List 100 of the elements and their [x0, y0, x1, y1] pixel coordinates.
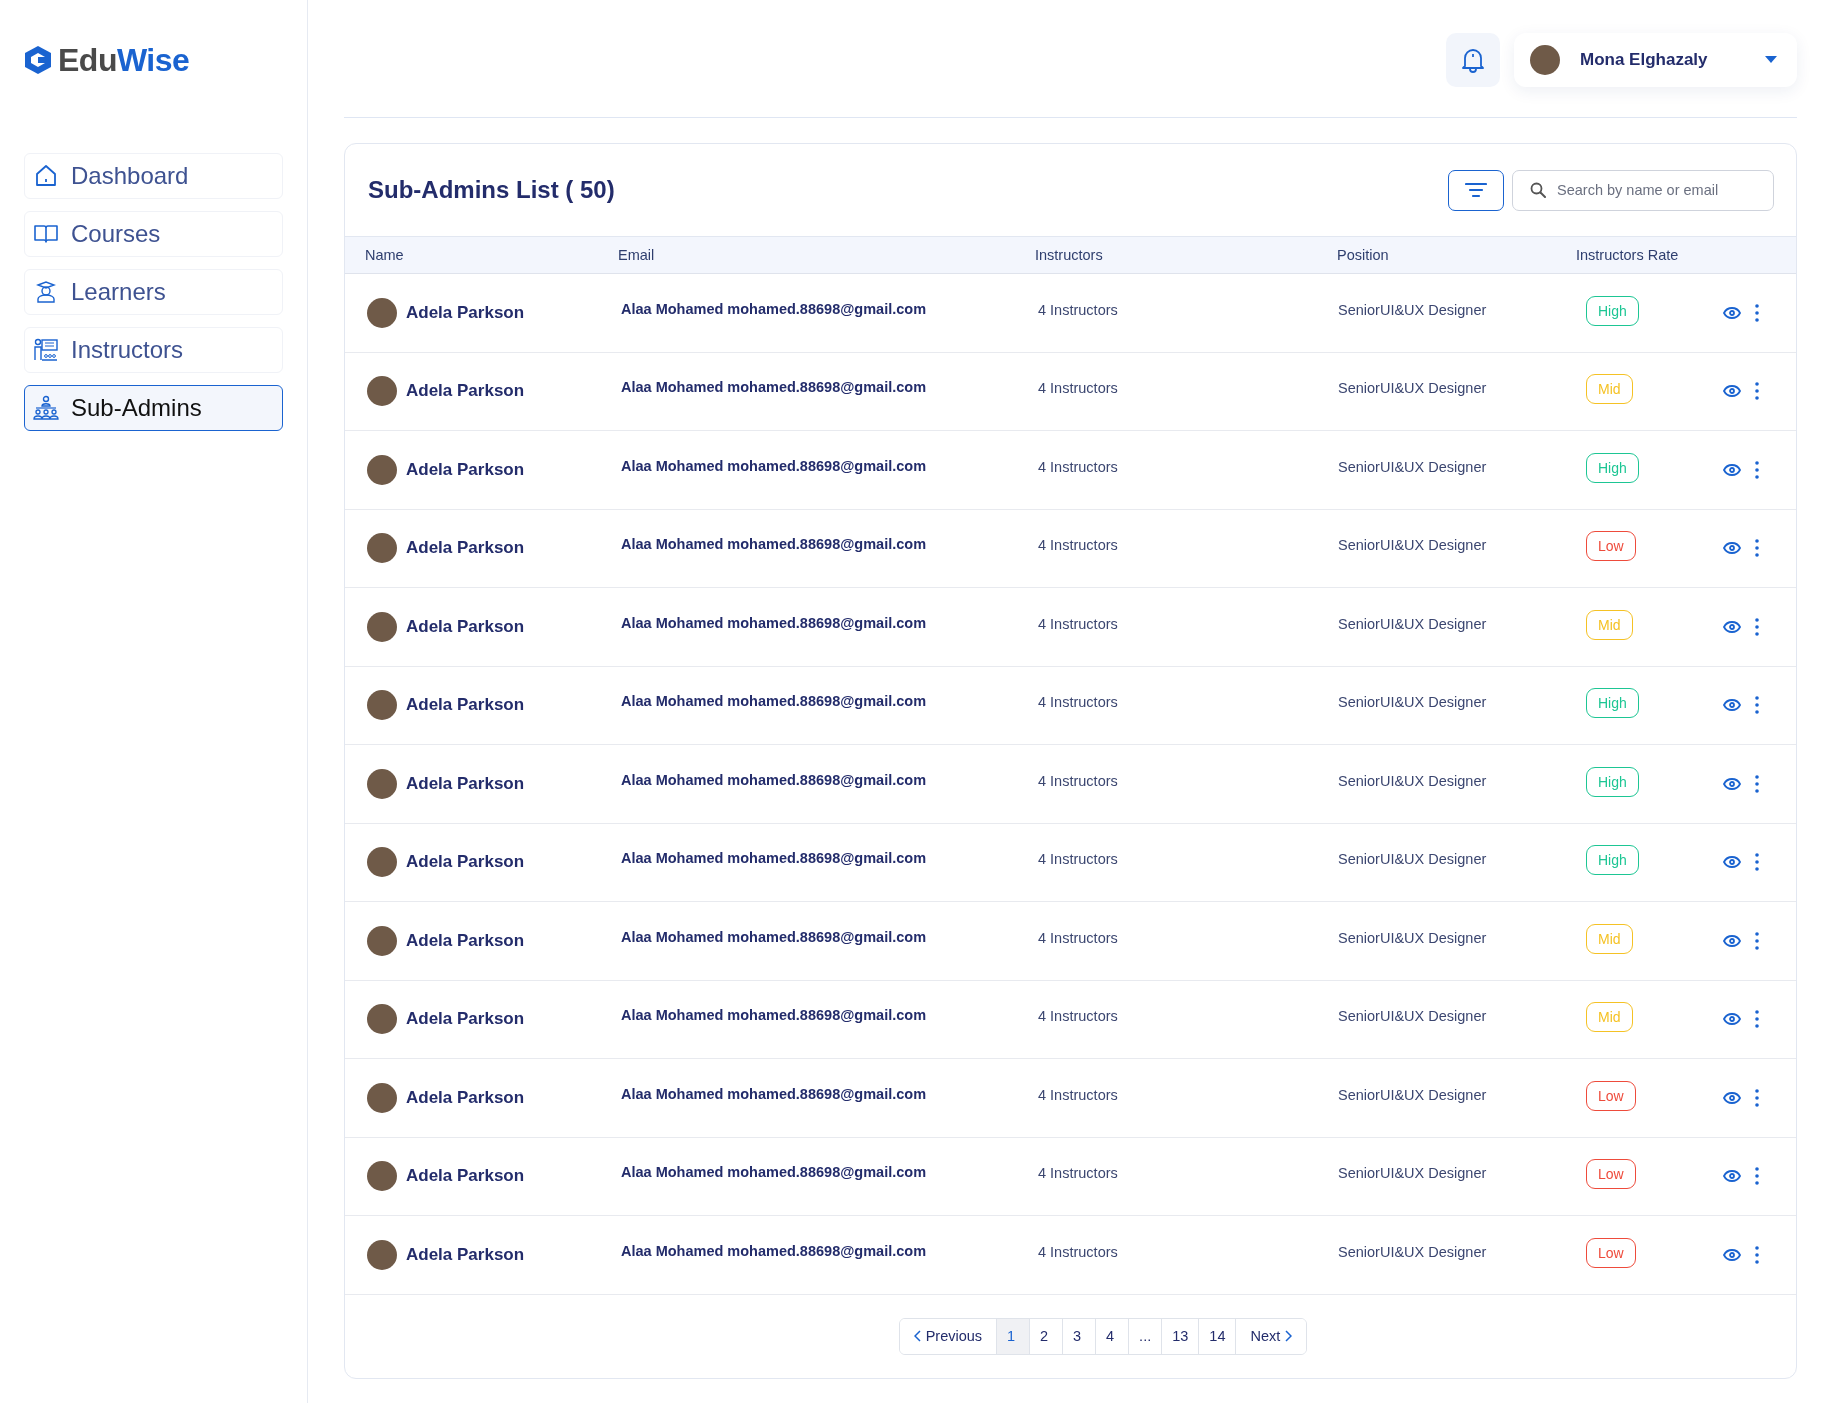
vertical-dots-icon — [1755, 303, 1759, 322]
vertical-dots-icon — [1755, 1245, 1759, 1264]
eye-icon — [1723, 1248, 1741, 1261]
eye-icon — [1723, 1170, 1741, 1183]
chevron-right-icon — [1285, 1330, 1293, 1343]
vertical-dots-icon — [1755, 1010, 1759, 1029]
view-button[interactable] — [1721, 1168, 1743, 1185]
position-cell-text: SeniorUI&UX Designer — [1337, 458, 1488, 475]
position-cell-text: SeniorUI&UX Designer — [1337, 851, 1488, 868]
view-button[interactable] — [1721, 304, 1743, 321]
user-menu[interactable]: Mona Elghazaly — [1514, 32, 1797, 87]
filter-button[interactable] — [1448, 169, 1504, 211]
avatar — [367, 376, 397, 407]
view-button[interactable] — [1721, 854, 1743, 871]
rate-badge: Mid — [1586, 923, 1633, 954]
position-cell-text: SeniorUI&UX Designer — [1337, 929, 1488, 946]
view-button[interactable] — [1721, 618, 1743, 635]
avatar — [367, 925, 397, 956]
sidebar-item[interactable]: Courses — [24, 211, 283, 257]
more-button[interactable] — [1753, 929, 1761, 952]
column-header: Instructors Rate — [1575, 247, 1680, 263]
position-cell-text: SeniorUI&UX Designer — [1337, 1165, 1488, 1182]
position-cell-text: SeniorUI&UX Designer — [1337, 1243, 1488, 1260]
email-cell-text: Alaa Mohamed mohamed.88698@gmail.com — [620, 1007, 928, 1024]
vertical-dots-icon — [1755, 1167, 1759, 1186]
rate-badge: Mid — [1586, 1002, 1633, 1033]
instructors-cell-text: 4 Instructors — [1037, 1165, 1119, 1182]
avatar — [367, 1239, 397, 1270]
view-button[interactable] — [1721, 1089, 1743, 1106]
position-cell-text: SeniorUI&UX Designer — [1337, 615, 1488, 632]
view-button[interactable] — [1721, 540, 1743, 557]
rate-badge: Mid — [1586, 374, 1633, 405]
position-cell-text: SeniorUI&UX Designer — [1337, 694, 1488, 711]
view-button[interactable] — [1721, 383, 1743, 400]
rate-badge: High — [1586, 295, 1639, 326]
eye-icon — [1723, 856, 1741, 869]
eye-icon — [1723, 306, 1741, 319]
view-button[interactable] — [1721, 1011, 1743, 1028]
instructors-cell-text: 4 Instructors — [1037, 615, 1119, 632]
previous-button[interactable]: Previous — [899, 1318, 998, 1354]
notification-button[interactable] — [1446, 32, 1500, 87]
more-button[interactable] — [1753, 458, 1761, 481]
eye-icon — [1723, 385, 1741, 398]
name-cell: Adela Parkson — [406, 1244, 525, 1265]
filter-icon — [1465, 182, 1487, 198]
avatar — [367, 611, 397, 642]
column-header: Instructors — [1034, 247, 1104, 263]
eye-icon — [1723, 699, 1741, 712]
logo-text: EduWise — [58, 41, 190, 79]
avatar — [367, 690, 397, 721]
sidebar-item[interactable]: Learners — [24, 269, 283, 315]
email-cell-text: Alaa Mohamed mohamed.88698@gmail.com — [620, 536, 928, 553]
more-button[interactable] — [1753, 380, 1761, 403]
instructors-cell-text: 4 Instructors — [1037, 1243, 1119, 1260]
more-button[interactable] — [1753, 1008, 1761, 1031]
rate-badge: High — [1586, 766, 1639, 797]
avatar — [367, 1161, 397, 1192]
more-button[interactable] — [1753, 537, 1761, 560]
name-cell: Adela Parkson — [406, 695, 525, 716]
instructors-cell-text: 4 Instructors — [1037, 929, 1119, 946]
rate-badge: High — [1586, 452, 1639, 483]
more-button[interactable] — [1753, 851, 1761, 874]
more-button[interactable] — [1753, 1086, 1761, 1109]
view-button[interactable] — [1721, 461, 1743, 478]
view-button[interactable] — [1721, 1246, 1743, 1263]
eye-icon — [1723, 934, 1741, 947]
rate-badge: Mid — [1586, 609, 1633, 640]
position-cell-text: SeniorUI&UX Designer — [1337, 537, 1488, 554]
position-cell-text: SeniorUI&UX Designer — [1337, 380, 1488, 397]
view-button[interactable] — [1721, 697, 1743, 714]
more-button[interactable] — [1753, 1165, 1761, 1188]
email-cell-text: Alaa Mohamed mohamed.88698@gmail.com — [620, 300, 928, 317]
instructors-cell-text: 4 Instructors — [1037, 458, 1119, 475]
rate-badge: High — [1586, 845, 1639, 876]
home-icon — [33, 163, 59, 189]
eye-icon — [1723, 777, 1741, 790]
user-name: Mona Elghazaly — [1580, 49, 1709, 70]
sidebar-item[interactable]: Sub-Admins — [24, 385, 283, 431]
more-button[interactable] — [1753, 772, 1761, 795]
view-button[interactable] — [1721, 932, 1743, 949]
more-button[interactable] — [1753, 615, 1761, 638]
instructors-cell-text: 4 Instructors — [1037, 1086, 1119, 1103]
more-button[interactable] — [1753, 694, 1761, 717]
vertical-dots-icon — [1755, 617, 1759, 636]
more-button[interactable] — [1753, 301, 1761, 324]
view-button[interactable] — [1721, 775, 1743, 792]
position-cell-text: SeniorUI&UX Designer — [1337, 1008, 1488, 1025]
email-cell-text: Alaa Mohamed mohamed.88698@gmail.com — [620, 693, 928, 710]
vertical-dots-icon — [1755, 696, 1759, 715]
caret-icon — [1765, 56, 1777, 63]
vertical-dots-icon — [1755, 853, 1759, 872]
sidebar-item[interactable]: Instructors — [24, 327, 283, 373]
column-header: Email — [617, 247, 656, 263]
search-field[interactable]: Search by name or email — [1512, 169, 1774, 211]
more-button[interactable] — [1753, 1243, 1761, 1266]
avatar — [367, 847, 397, 878]
name-cell: Adela Parkson — [406, 459, 525, 480]
page-button[interactable]: 1 — [997, 1318, 1031, 1354]
sidebar-item[interactable]: Dashboard — [24, 153, 283, 199]
name-cell: Adela Parkson — [406, 852, 525, 873]
